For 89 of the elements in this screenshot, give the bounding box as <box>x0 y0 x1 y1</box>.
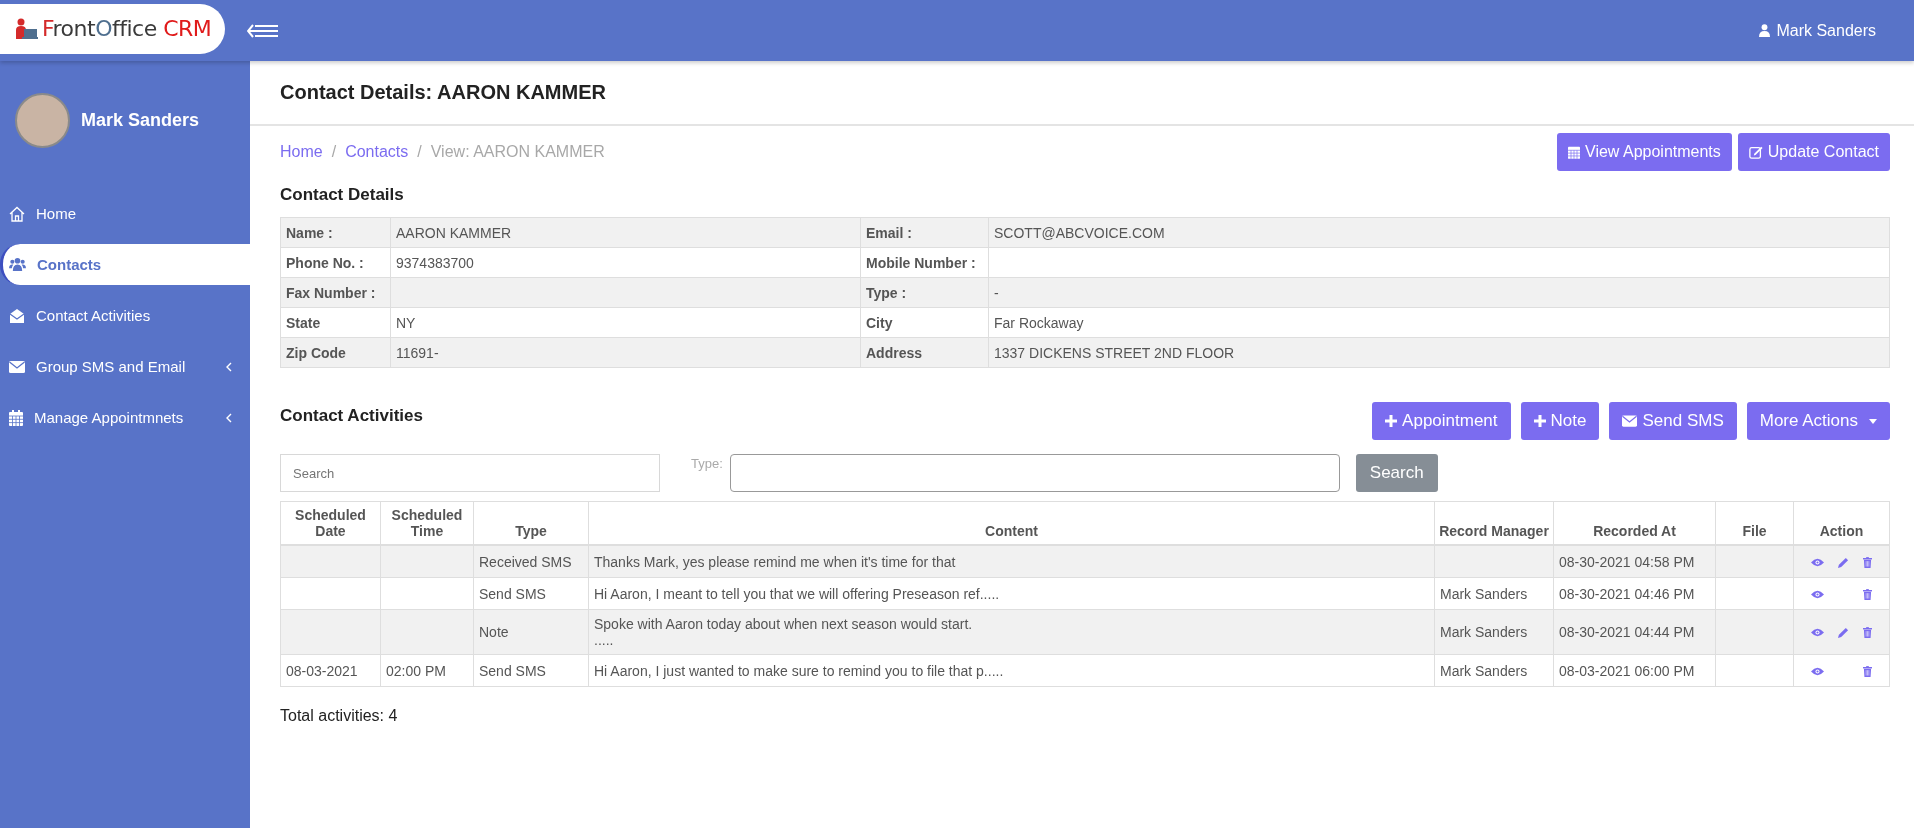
trash-icon[interactable] <box>1863 556 1872 568</box>
field-label: Fax Number : <box>280 277 391 308</box>
field-label: Mobile Number : <box>860 247 989 278</box>
trash-icon[interactable] <box>1863 665 1872 677</box>
field-value: 1337 DICKENS STREET 2ND FLOOR <box>988 337 1890 368</box>
section-title: Contact Activities <box>280 406 423 426</box>
sidebar-item[interactable]: Contact Activities <box>0 295 250 336</box>
type-field[interactable] <box>729 454 1340 492</box>
breadcrumb-separator: / <box>331 143 337 161</box>
open-envelope-icon <box>9 307 25 324</box>
table-cell-text: Hi Aaron, I just wanted to make sure to remind you to file that p..... <box>594 662 1005 679</box>
add-button[interactable]: Note <box>1520 402 1600 440</box>
pencil-icon[interactable] <box>1838 556 1849 568</box>
field-label: Email : <box>860 217 989 248</box>
view-icon[interactable] <box>1811 557 1824 567</box>
plus-icon <box>1533 415 1546 427</box>
breadcrumb-current: View: AARON KAMMER <box>430 143 605 161</box>
breadcrumb-link[interactable]: Home <box>280 143 323 161</box>
sidebar-item[interactable]: Contacts <box>0 244 250 285</box>
add-button[interactable]: Appointment <box>1372 402 1511 440</box>
table-cell-text: Send SMS <box>479 585 546 602</box>
users-icon <box>9 257 26 272</box>
profile-name: Mark Sanders <box>81 109 200 131</box>
user-icon[interactable] <box>1759 24 1771 37</box>
field-value: 11691- <box>390 337 861 368</box>
search-button[interactable]: Search <box>1355 454 1438 492</box>
field-value: Far Rockaway <box>988 307 1890 338</box>
sidebar-item[interactable]: Group SMS and Email <box>0 346 250 387</box>
total-count: Total activities: 4 <box>280 707 399 725</box>
table-cell-text: Thanks Mark, yes please remind me when it's time for that <box>594 553 957 570</box>
table-cell-text: Send SMS <box>479 662 546 679</box>
envelope-icon <box>9 360 25 373</box>
view-icon[interactable] <box>1811 628 1824 637</box>
field-label: Zip Code <box>280 337 391 368</box>
table-cell-text: 08-30-2021 04:46 PM <box>1559 585 1695 602</box>
trash-icon[interactable] <box>1863 588 1872 600</box>
table-cell-text: 08-30-2021 04:44 PM <box>1559 624 1695 640</box>
more-actions-button[interactable]: More Actions <box>1746 402 1890 440</box>
trash-icon[interactable] <box>1863 627 1872 638</box>
table-cell-text: 08-03-2021 <box>286 662 358 679</box>
avatar <box>15 92 70 148</box>
sidebar-item[interactable]: Manage Appointmnets <box>0 397 250 438</box>
table-cell-text: ..... <box>594 632 615 648</box>
field-label: Address <box>860 337 989 368</box>
logo-badge[interactable]: FrontOffice CRM <box>0 3 225 54</box>
page-title: Contact Details: AARON KAMMER <box>280 81 606 104</box>
table-cell-text: Hi Aaron, I meant to tell you that we will offering Preseason ref..... <box>594 585 1001 602</box>
type-label: Type: <box>691 456 723 471</box>
sidebar-item[interactable]: Home <box>0 193 250 234</box>
field-value: AARON KAMMER <box>390 217 861 248</box>
field-value: NY <box>390 307 861 338</box>
calendar-icon <box>1568 145 1580 159</box>
home-icon <box>9 205 25 222</box>
table-cell-text: Mark Sanders <box>1440 624 1528 640</box>
plus-icon <box>1385 415 1398 427</box>
logo-icon <box>14 17 38 40</box>
table-cell-text: 02:00 PM <box>386 662 446 679</box>
pencil-icon[interactable] <box>1838 627 1849 638</box>
table-cell-text: Mark Sanders <box>1440 585 1528 602</box>
send-sms-button[interactable]: Send SMS <box>1609 402 1737 440</box>
table-cell-text: 08-03-2021 06:00 PM <box>1559 662 1695 679</box>
field-value: SCOTT@ABCVOICE.COM <box>988 217 1890 248</box>
view-icon[interactable] <box>1811 666 1824 676</box>
calendar-icon <box>9 409 23 426</box>
menu-toggle-icon[interactable] <box>247 22 279 39</box>
search-field[interactable]: Search <box>280 454 660 492</box>
edit-icon <box>1748 145 1763 159</box>
view-appointments-button[interactable]: View Appointments <box>1557 133 1732 171</box>
table-cell-text: Note <box>479 624 509 640</box>
breadcrumb-separator: / <box>417 143 422 161</box>
logo-text: FrontOffice CRM <box>42 16 212 41</box>
field-label: Name : <box>280 217 391 248</box>
user-name[interactable]: Mark Sanders <box>1776 21 1876 40</box>
caret-icon <box>1869 418 1877 424</box>
section-title: Contact Details <box>280 185 405 205</box>
envelope-icon <box>1622 415 1638 427</box>
field-label: State <box>280 307 391 338</box>
table-cell-text: Received SMS <box>479 553 572 570</box>
field-value: - <box>988 277 1890 308</box>
table-cell-text: Mark Sanders <box>1440 662 1528 679</box>
update-contact-button[interactable]: Update Contact <box>1737 133 1890 171</box>
field-label: Type : <box>860 277 989 308</box>
field-value: 9374383700 <box>390 247 861 278</box>
field-label: City <box>860 307 989 338</box>
field-label: Phone No. : <box>280 247 391 278</box>
breadcrumb-link[interactable]: Contacts <box>345 143 409 161</box>
table-cell-text: 08-30-2021 04:58 PM <box>1559 553 1695 570</box>
table-cell-text: Spoke with Aaron today about when next season would start. <box>594 616 974 632</box>
view-icon[interactable] <box>1811 589 1824 599</box>
